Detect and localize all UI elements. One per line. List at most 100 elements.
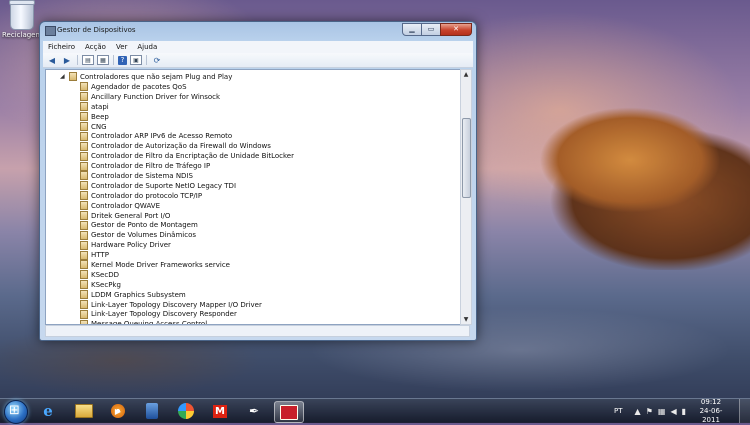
driver-icon <box>80 102 88 112</box>
driver-icon <box>80 141 88 151</box>
device-tree-item[interactable]: Gestor de Ponto de Montagem <box>80 220 294 230</box>
toolbar-separator <box>146 55 147 65</box>
device-tree-item[interactable]: Controlador de Suporte NetIO Legacy TDI <box>80 181 294 191</box>
device-tree-item[interactable]: Controlador de Autorização da Firewall d… <box>80 141 294 151</box>
driver-icon <box>80 211 88 221</box>
device-tree-item-label: Beep <box>91 112 109 121</box>
device-tree-item[interactable]: Kernel Mode Driver Frameworks service <box>80 260 294 270</box>
device-tree-item-label: Controlador de Filtro de Tráfego IP <box>91 162 211 171</box>
driver-icon <box>80 171 88 181</box>
driver-icon <box>80 181 88 191</box>
scroll-down-icon[interactable]: ▼ <box>461 315 471 324</box>
collapse-arrow-icon[interactable]: ◢ <box>60 73 66 80</box>
device-tree-item[interactable]: Link-Layer Topology Discovery Responder <box>80 309 294 319</box>
action-center-flag-icon[interactable]: ⚑ <box>646 407 653 416</box>
device-tree-item[interactable]: Controlador de Sistema NDIS <box>80 171 294 181</box>
menu-file[interactable]: Ficheiro <box>43 43 80 51</box>
folder-icon <box>75 404 93 418</box>
tree-category[interactable]: ◢ Controladores que não sejam Plug and P… <box>60 72 232 81</box>
maximize-button[interactable]: ▭ <box>421 23 441 36</box>
menu-help[interactable]: Ajuda <box>132 43 162 51</box>
device-tree-item[interactable]: Link-Layer Topology Discovery Mapper I/O… <box>80 300 294 310</box>
driver-icon <box>80 250 88 260</box>
device-tree-item-label: HTTP <box>91 251 109 260</box>
device-tree-item-label: Kernel Mode Driver Frameworks service <box>91 260 230 269</box>
device-tree-item-label: CNG <box>91 122 107 131</box>
device-tree: ◢ Controladores que não sejam Plug and P… <box>45 69 462 325</box>
scroll-up-icon[interactable]: ▲ <box>461 70 471 79</box>
network-icon[interactable]: ▦ <box>658 407 666 416</box>
device-tree-item[interactable]: CNG <box>80 122 294 132</box>
device-tree-item[interactable]: KSecPkg <box>80 280 294 290</box>
device-tree-item[interactable]: Controlador de Filtro de Tráfego IP <box>80 161 294 171</box>
tree-category-label: Controladores que não sejam Plug and Pla… <box>80 72 233 81</box>
toolbar: ◀ ▶ ▤ ▦ ? ▣ ⟳ <box>43 53 473 68</box>
console-tree-icon[interactable]: ▦ <box>97 55 109 65</box>
taskbar-internet-explorer[interactable]: e <box>34 401 62 421</box>
device-tree-item-label: Hardware Policy Driver <box>91 241 171 250</box>
caption-buttons: ▁ ▭ ✕ <box>402 23 472 36</box>
clock-time: 09:12 <box>700 397 722 406</box>
device-tree-item[interactable]: Gestor de Volumes Dinâmicos <box>80 230 294 240</box>
device-tree-item-label: Gestor de Volumes Dinâmicos <box>91 231 196 240</box>
driver-icon <box>80 230 88 240</box>
driver-icon <box>80 122 88 131</box>
driver-icon <box>80 300 88 310</box>
back-arrow-icon[interactable]: ◀ <box>46 55 58 65</box>
device-tree-item[interactable]: Agendador de pacotes QoS <box>80 82 294 92</box>
forward-arrow-icon[interactable]: ▶ <box>61 55 73 65</box>
device-tree-item[interactable]: atapi <box>80 102 294 112</box>
device-tree-item[interactable]: Controlador QWAVE <box>80 201 294 211</box>
toolbar-separator <box>77 55 78 65</box>
taskbar-chrome[interactable] <box>172 401 200 421</box>
application-m-icon: M <box>213 404 227 418</box>
power-icon[interactable]: ▮ <box>682 407 686 416</box>
device-tree-item[interactable]: Dritek General Port I/O <box>80 211 294 221</box>
device-tree-item[interactable]: LDDM Graphics Subsystem <box>80 290 294 300</box>
scan-hardware-icon[interactable]: ⟳ <box>151 55 163 65</box>
taskbar-media-player[interactable]: ▶ <box>104 401 132 421</box>
device-tree-item[interactable]: Controlador do protocolo TCP/IP <box>80 191 294 201</box>
device-tree-item[interactable]: Beep <box>80 112 294 122</box>
device-tree-item-label: Controlador de Filtro da Encriptação de … <box>91 152 294 161</box>
device-tree-item-label: Controlador QWAVE <box>91 201 161 210</box>
device-tree-item-label: KSecDD <box>91 270 119 279</box>
device-tree-item[interactable]: KSecDD <box>80 270 294 280</box>
device-tree-item-label: Dritek General Port I/O <box>91 211 171 220</box>
device-tree-item[interactable]: Ancillary Function Driver for Winsock <box>80 92 294 102</box>
close-button[interactable]: ✕ <box>440 23 472 36</box>
driver-icon <box>80 161 88 171</box>
start-button[interactable] <box>4 400 28 424</box>
status-bar <box>45 325 470 337</box>
show-hidden-icons-icon[interactable]: ▲ <box>635 407 641 416</box>
vertical-scrollbar[interactable]: ▲ ▼ <box>460 69 472 325</box>
device-tree-item-label: Controlador ARP IPv6 de Acesso Remoto <box>91 132 233 141</box>
show-desktop-button[interactable] <box>739 399 750 423</box>
device-tree-item-label: Gestor de Ponto de Montagem <box>91 221 198 230</box>
device-tree-item[interactable]: Hardware Policy Driver <box>80 240 294 250</box>
device-tree-item-label: LDDM Graphics Subsystem <box>91 290 186 299</box>
device-tree-item[interactable]: Controlador de Filtro da Encriptação de … <box>80 151 294 161</box>
recycle-bin-shortcut[interactable]: Reciclagem <box>2 0 42 39</box>
device-tree-item[interactable]: HTTP <box>80 250 294 260</box>
menu-action[interactable]: Acção <box>80 43 111 51</box>
minimize-button[interactable]: ▁ <box>402 23 422 36</box>
help-icon[interactable]: ? <box>118 55 127 65</box>
menu-view[interactable]: Ver <box>111 43 132 51</box>
wallpaper-cliff <box>470 40 750 270</box>
device-tree-item-label: Link-Layer Topology Discovery Responder <box>91 310 237 319</box>
driver-icon <box>80 201 88 211</box>
scroll-thumb[interactable] <box>462 118 471 198</box>
clock[interactable]: 09:12 24-06-2011 <box>691 398 731 425</box>
taskbar-device-manager[interactable] <box>274 401 304 423</box>
properties-view-icon[interactable]: ▤ <box>82 55 94 65</box>
taskbar-app-6[interactable]: M <box>206 401 234 421</box>
device-tree-item[interactable]: Controlador ARP IPv6 de Acesso Remoto <box>80 131 294 141</box>
volume-icon[interactable]: ◀ <box>670 407 676 416</box>
language-indicator[interactable]: PT <box>614 407 623 415</box>
taskbar-explorer[interactable] <box>70 401 98 421</box>
taskbar-app-7[interactable]: ✒ <box>240 401 268 421</box>
taskbar-app-4[interactable] <box>138 401 166 421</box>
show-hide-pane-icon[interactable]: ▣ <box>130 55 142 65</box>
title-bar[interactable]: Gestor de Dispositivos ▁ ▭ ✕ <box>40 22 476 40</box>
